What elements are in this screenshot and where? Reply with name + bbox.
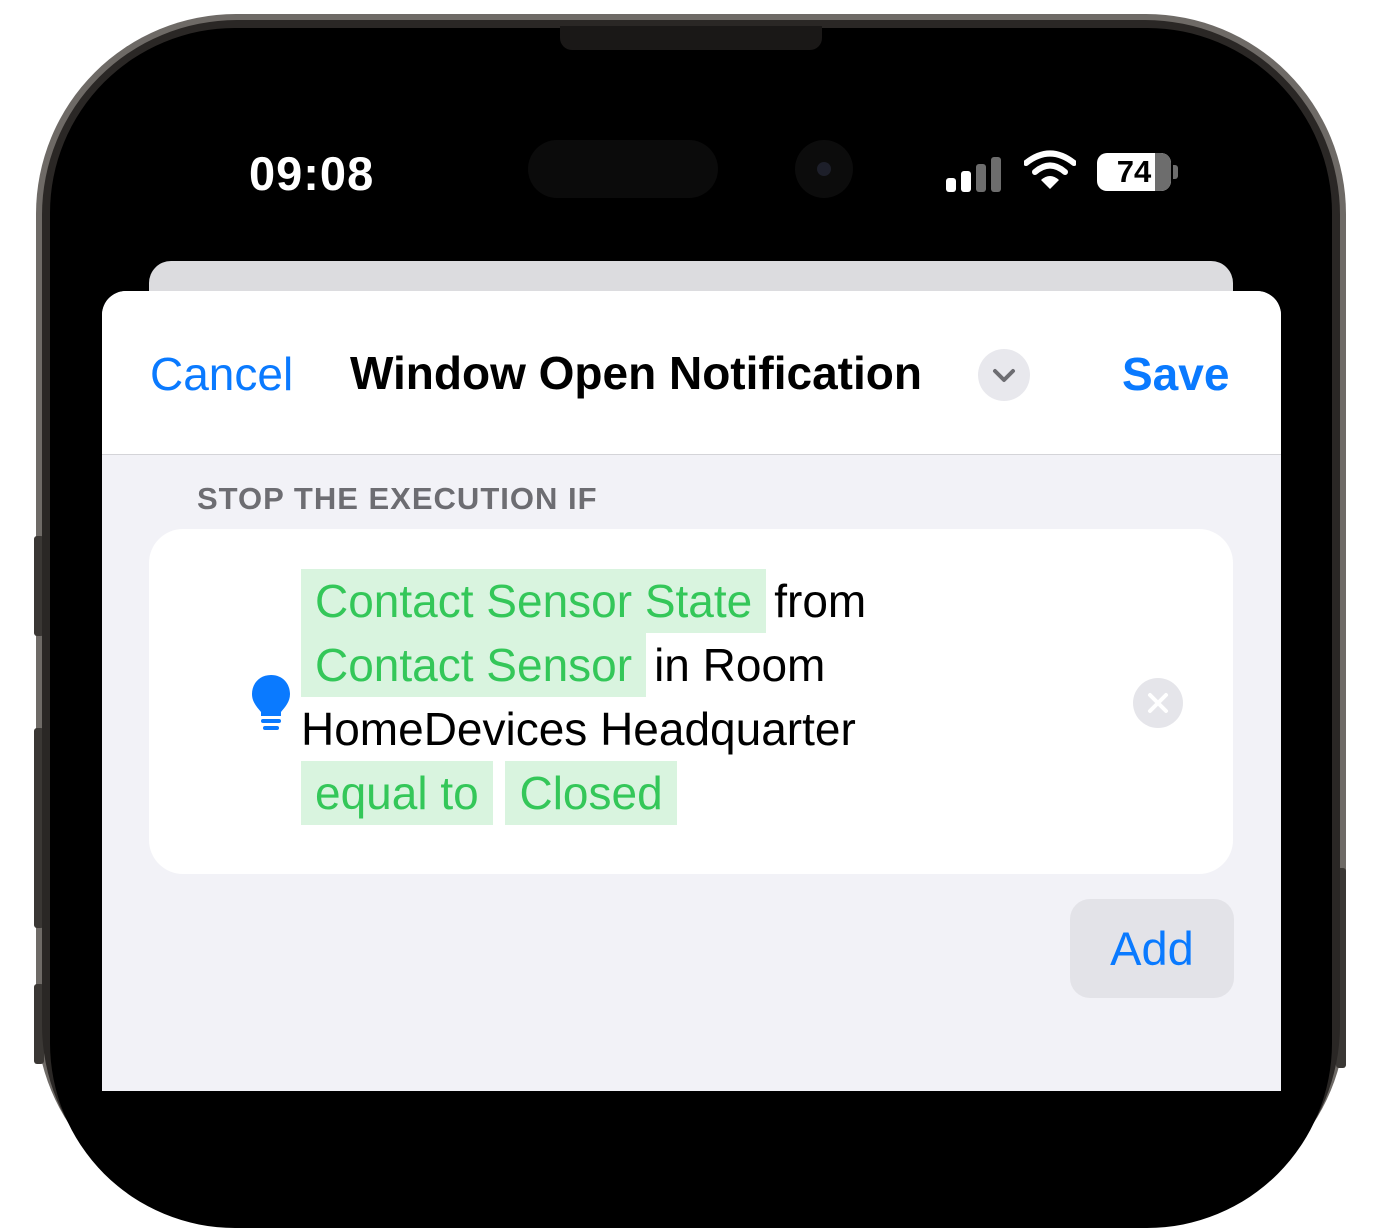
word-from: from	[774, 575, 867, 627]
close-icon	[1148, 693, 1168, 713]
add-button[interactable]: Add	[1070, 899, 1234, 998]
battery-tip	[1173, 165, 1178, 179]
battery-icon: 74	[1097, 153, 1171, 191]
word-in-room: in Room	[654, 639, 826, 691]
earpiece	[560, 26, 822, 50]
wifi-icon	[1024, 150, 1076, 189]
condition-card[interactable]: Contact Sensor State from Contact Sensor i…	[149, 529, 1233, 874]
battery-level: 74	[1116, 154, 1152, 189]
condition-text: Contact Sensor State from Contact Sensor i…	[301, 569, 1061, 825]
section-header: STOP THE EXECUTION IF	[197, 481, 598, 516]
dynamic-island	[528, 140, 718, 198]
status-time: 09:08	[249, 147, 375, 200]
room-name: HomeDevices Headquarter	[301, 703, 856, 755]
lightbulb-icon	[252, 675, 290, 730]
front-camera	[795, 140, 853, 198]
save-button[interactable]: Save	[1122, 347, 1229, 401]
navigation-bar: Cancel Window Open Notification Save	[102, 291, 1281, 455]
cancel-button[interactable]: Cancel	[150, 347, 293, 401]
chevron-down-icon	[993, 369, 1015, 382]
token-value[interactable]: Closed	[505, 761, 677, 825]
title-menu-button[interactable]	[978, 349, 1030, 401]
token-state[interactable]: Contact Sensor State	[301, 569, 767, 633]
cellular-signal-icon	[946, 156, 1006, 192]
page-title[interactable]: Window Open Notification	[350, 346, 922, 400]
token-device[interactable]: Contact Sensor	[301, 633, 647, 697]
token-operator[interactable]: equal to	[301, 761, 493, 825]
automation-editor-sheet: Cancel Window Open Notification Save STO…	[102, 291, 1281, 1091]
remove-condition-button[interactable]	[1133, 678, 1183, 728]
